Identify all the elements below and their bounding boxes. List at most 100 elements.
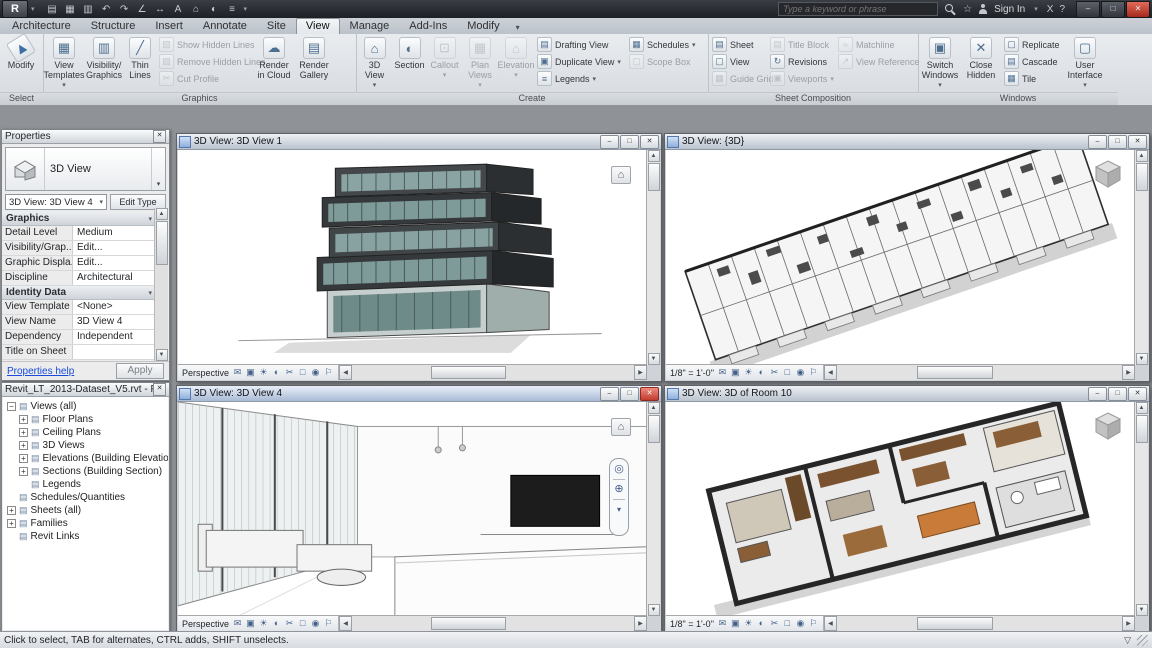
view-canvas[interactable]: ⌂ ◎ ⊕ ▾ (178, 402, 647, 616)
hide-isolate-icon[interactable]: ◉ (795, 618, 806, 629)
ribbon-tab-architecture[interactable]: Architecture (2, 18, 81, 34)
collapse-icon[interactable]: ▾ (148, 289, 152, 297)
viewport-titlebar[interactable]: 3D View: 3D of Room 10 ‒ □ ✕ (665, 386, 1149, 402)
scroll-down-icon[interactable]: ▼ (1136, 353, 1148, 365)
expand-toggle[interactable]: + (7, 519, 16, 528)
view-scale-button[interactable]: 1/8" = 1'-0" (670, 368, 714, 378)
viewport-3d-of-room-10[interactable]: 3D View: 3D of Room 10 ‒ □ ✕ (664, 385, 1150, 633)
visual-style-icon[interactable]: ▣ (245, 618, 256, 629)
viewport-restore-button[interactable]: □ (620, 387, 639, 401)
visibility-graphics-button[interactable]: ▥ Visibility/ Graphics (85, 36, 123, 91)
horizontal-scrollbar[interactable]: ◀ ▶ (339, 616, 647, 631)
expand-toggle[interactable]: + (19, 428, 28, 437)
ribbon-tab-insert[interactable]: Insert (145, 18, 193, 34)
ribbon-tab-manage[interactable]: Manage (340, 18, 400, 34)
view-reference-button[interactable]: ↗ View Reference (836, 53, 916, 70)
tree-item[interactable]: +▤Elevations (Building Elevation) (3, 452, 168, 465)
home-icon[interactable]: ⌂ (611, 418, 631, 436)
reveal-hidden-icon[interactable]: ⚐ (808, 618, 819, 629)
section-header-graphics[interactable]: Graphics ▾ (2, 212, 156, 226)
viewcube[interactable] (1093, 158, 1123, 191)
shadows-icon[interactable]: ◐ (271, 367, 282, 378)
horizontal-scrollbar[interactable]: ◀ ▶ (339, 365, 647, 380)
scroll-down-icon[interactable]: ▼ (648, 353, 660, 365)
view-scale-button[interactable]: Perspective (182, 368, 229, 378)
sun-path-icon[interactable]: ☀ (258, 618, 269, 629)
graphic-display-options-icon[interactable]: ✉ (232, 367, 243, 378)
sign-in-button[interactable]: Sign In (994, 4, 1025, 15)
visual-style-icon[interactable]: ▣ (730, 367, 741, 378)
schedules-button[interactable]: ▦ Schedules ▾ (627, 36, 701, 53)
scroll-up-icon[interactable]: ▲ (648, 150, 660, 162)
viewport-titlebar[interactable]: 3D View: 3D View 1 ‒ □ ✕ (177, 134, 661, 150)
qat-customize-chevron-icon[interactable]: ▾ (244, 5, 248, 13)
apply-button[interactable]: Apply (116, 363, 164, 379)
steering-wheel-icon[interactable]: ◎ (614, 464, 624, 475)
tree-item[interactable]: ▤Legends (3, 478, 168, 491)
viewport-minimize-button[interactable]: ‒ (600, 135, 619, 149)
graphic-display-options-icon[interactable]: ✉ (717, 618, 728, 629)
reveal-hidden-icon[interactable]: ⚐ (808, 367, 819, 378)
scroll-right-icon[interactable]: ▶ (634, 365, 647, 380)
sun-path-icon[interactable]: ☀ (258, 367, 269, 378)
expand-toggle[interactable]: + (19, 454, 28, 463)
crop-view-icon[interactable]: ✂ (769, 618, 780, 629)
ribbon-tab-view[interactable]: View (296, 18, 340, 34)
sign-in-chevron-icon[interactable]: ▾ (1034, 5, 1038, 13)
search-icon[interactable] (944, 3, 957, 16)
scroll-up-icon[interactable]: ▲ (1136, 402, 1148, 414)
ribbon-tab-modify[interactable]: Modify (457, 18, 509, 34)
scroll-up-icon[interactable]: ▲ (648, 402, 660, 414)
properties-palette-header[interactable]: Properties ✕ (2, 130, 169, 144)
property-value[interactable]: 3D View 4 (73, 315, 156, 329)
scroll-left-icon[interactable]: ◀ (824, 616, 837, 631)
close-hidden-button[interactable]: ✕ Close Hidden (962, 36, 1000, 91)
properties-help-link[interactable]: Properties help (7, 366, 74, 377)
scope-box-button[interactable]: ▢ Scope Box (627, 53, 701, 70)
project-browser-header[interactable]: Revit_LT_2013-Dataset_V5.rvt - Proje... … (2, 383, 169, 397)
instance-selector-combo[interactable]: 3D View: 3D View 4 ▾ (5, 194, 107, 210)
crop-region-icon[interactable]: □ (297, 367, 308, 378)
type-selector[interactable]: 3D View ▾ (5, 147, 166, 191)
crop-region-icon[interactable]: □ (782, 367, 793, 378)
ribbon-tab-annotate[interactable]: Annotate (193, 18, 257, 34)
scroll-up-icon[interactable]: ▲ (156, 208, 168, 220)
scroll-left-icon[interactable]: ◀ (824, 365, 837, 380)
drafting-view-button[interactable]: ▤ Drafting View (535, 36, 625, 53)
property-value[interactable]: Medium (73, 226, 156, 240)
navigation-bar[interactable]: ◎ ⊕ ▾ (609, 458, 629, 536)
scrollbar-thumb[interactable] (917, 366, 993, 379)
scrollbar-thumb[interactable] (1136, 163, 1148, 191)
shadows-icon[interactable]: ◐ (756, 367, 767, 378)
guide-grid-button[interactable]: ▦ Guide Grid (710, 70, 766, 87)
thin-lines-button[interactable]: ╱ Thin Lines (125, 36, 155, 91)
tree-item[interactable]: +▤Floor Plans (3, 413, 168, 426)
viewport-titlebar[interactable]: 3D View: 3D View 4 ‒ □ ✕ (177, 386, 661, 402)
scroll-right-icon[interactable]: ▶ (1122, 616, 1135, 631)
viewcube[interactable] (1093, 410, 1123, 443)
shadows-icon[interactable]: ◐ (756, 618, 767, 629)
tree-item[interactable]: −▤Views (all) (3, 400, 168, 413)
visual-style-icon[interactable]: ▣ (245, 367, 256, 378)
tree-item[interactable]: +▤Families (3, 517, 168, 530)
hide-isolate-icon[interactable]: ◉ (310, 618, 321, 629)
home-icon[interactable]: ⌂ (611, 166, 631, 184)
vertical-scrollbar[interactable]: ▲ ▼ (646, 150, 660, 365)
view-canvas[interactable] (666, 150, 1135, 365)
open-file-icon[interactable]: ▤ (44, 2, 61, 16)
undo-icon[interactable]: ↶ (98, 2, 115, 16)
vertical-scrollbar[interactable]: ▲ ▼ (1134, 150, 1148, 365)
modify-button[interactable]: ▲ Modify (2, 36, 40, 91)
show-hidden-lines-button[interactable]: ▧ Show Hidden Lines (157, 36, 253, 53)
matchline-button[interactable]: ≈ Matchline (836, 36, 916, 53)
close-icon[interactable]: ✕ (153, 130, 166, 143)
sun-path-icon[interactable]: ☀ (743, 618, 754, 629)
crop-view-icon[interactable]: ✂ (284, 618, 295, 629)
print-icon[interactable]: ▥ (80, 2, 97, 16)
legends-button[interactable]: ≡ Legends ▾ (535, 70, 625, 87)
callout-button[interactable]: ⊡ Callout ▾ (428, 36, 461, 91)
view-canvas[interactable]: ⌂ (178, 150, 647, 365)
property-value[interactable]: <None> (73, 300, 156, 314)
horizontal-scrollbar[interactable]: ◀ ▶ (824, 365, 1135, 380)
redo-icon[interactable]: ↷ (116, 2, 133, 16)
